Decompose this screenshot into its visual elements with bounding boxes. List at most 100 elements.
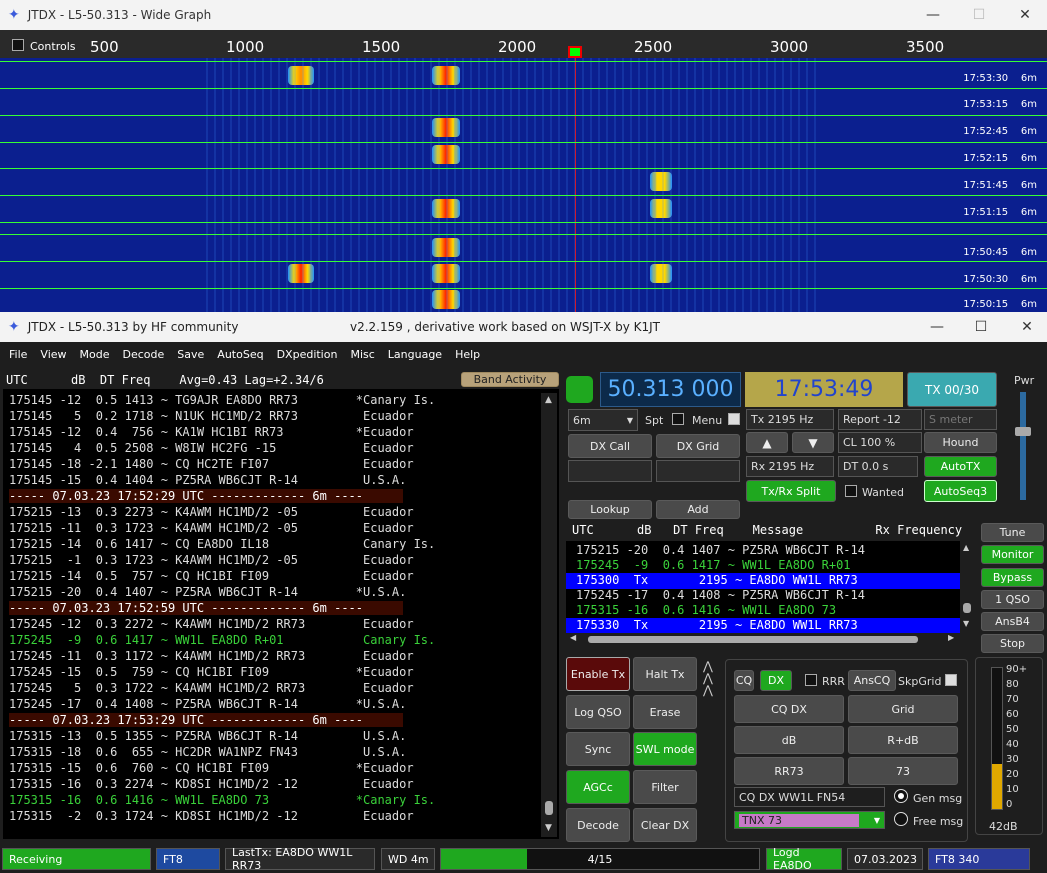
rx-hscrollbar[interactable]: ◀ ▶ — [566, 633, 960, 645]
band-activity-row[interactable]: 175145 -12 0.5 1413 ~ TG9AJR EA8DO RR73 … — [9, 393, 435, 409]
scroll-down-icon[interactable]: ▼ — [963, 619, 969, 628]
cl-spinbox[interactable]: CL 100 % — [838, 432, 922, 453]
menu-misc[interactable]: Misc — [350, 348, 374, 361]
band-activity-button[interactable]: Band Activity — [461, 372, 559, 387]
band-activity-row[interactable]: 175215 -14 0.6 1417 ~ CQ EA8DO IL18 Cana… — [9, 537, 435, 553]
band-activity-row[interactable]: 175145 5 0.2 1718 ~ N1UK HC1MD/2 RR73 Ec… — [9, 409, 414, 425]
wanted-checkbox[interactable] — [845, 485, 857, 497]
s-meter-field[interactable]: S meter — [924, 409, 997, 430]
band-activity-row[interactable]: 175315 -16 0.3 2274 ~ KD8SI HC1MD/2 -12 … — [9, 777, 414, 793]
filter-button[interactable]: Filter — [633, 770, 697, 804]
free-msg-radio[interactable] — [894, 812, 908, 826]
bypass-button[interactable]: Bypass — [981, 568, 1044, 587]
menu-dxpedition[interactable]: DXpedition — [277, 348, 338, 361]
monitor-button[interactable]: Monitor — [981, 545, 1044, 564]
rx-frequency-row[interactable]: 175330 Tx 2195 ~ EA8DO WW1L RR73 — [566, 618, 960, 634]
erase-button[interactable]: Erase — [633, 695, 697, 729]
enable-tx-button[interactable]: Enable Tx — [566, 657, 630, 691]
maximize-icon[interactable]: ☐ — [958, 312, 1004, 342]
hound-button[interactable]: Hound — [924, 432, 997, 453]
tx-frequency-marker[interactable] — [568, 46, 582, 58]
power-slider-handle[interactable] — [1015, 427, 1031, 436]
band-activity-row[interactable]: 175215 -11 0.3 1723 ~ K4AWM HC1MD/2 -05 … — [9, 521, 414, 537]
minimize-icon[interactable]: — — [914, 312, 960, 342]
controls-checkbox[interactable] — [12, 39, 24, 51]
band-activity-row[interactable]: 175245 -12 0.3 2272 ~ K4AWM HC1MD/2 RR73… — [9, 617, 414, 633]
free-msg-combo[interactable]: TNX 73 ▼ — [734, 811, 885, 829]
menu-file[interactable]: File — [9, 348, 27, 361]
73-button[interactable]: 73 — [848, 757, 958, 785]
halt-tx-button[interactable]: Halt Tx — [633, 657, 697, 691]
hscroll-thumb[interactable] — [588, 636, 918, 643]
anscq-button[interactable]: AnsCQ — [848, 670, 896, 691]
dx-grid-input[interactable] — [656, 460, 740, 482]
swl-mode-button[interactable]: SWL mode — [633, 732, 697, 766]
cq-dx-button[interactable]: CQ DX — [734, 695, 844, 723]
period-separator[interactable]: ----- 07.03.23 17:53:29 UTC ------------… — [9, 713, 403, 727]
menu-view[interactable]: View — [40, 348, 66, 361]
rx-frequency-row[interactable]: 175315 -16 0.6 1416 ~ WW1L EA8DO 73 — [566, 603, 960, 619]
report-spinbox[interactable]: Report -12 — [838, 409, 922, 430]
dx-call-button[interactable]: DX Call — [568, 434, 652, 458]
spt-checkbox[interactable] — [672, 413, 684, 425]
rx-frequency-list[interactable]: 175215 -20 0.4 1407 ~ PZ5RA WB6CJT R-14 1… — [566, 541, 960, 634]
scroll-up-icon[interactable]: ▲ — [963, 543, 969, 552]
rrr-checkbox[interactable] — [805, 674, 817, 686]
band-activity-row[interactable]: 175215 -13 0.3 2273 ~ K4AWM HC1MD/2 -05 … — [9, 505, 414, 521]
add-button[interactable]: Add — [656, 500, 740, 519]
sync-button[interactable]: Sync — [566, 732, 630, 766]
band-activity-row[interactable]: 175245 -9 0.6 1417 ~ WW1L EA8DO R+01 Can… — [9, 633, 435, 649]
gen-msg-field[interactable]: CQ DX WW1L FN54 — [734, 787, 885, 807]
band-activity-row[interactable]: 175145 4 0.5 2508 ~ W8IW HC2FG -15 Ecuad… — [9, 441, 414, 457]
band-activity-row[interactable]: 175215 -14 0.5 757 ~ CQ HC1BI FI09 Ecuad… — [9, 569, 414, 585]
band-activity-row[interactable]: 175245 -15 0.5 759 ~ CQ HC1BI FI09 *Ecua… — [9, 665, 414, 681]
close-icon[interactable]: ✕ — [1004, 312, 1047, 342]
scroll-down-icon[interactable]: ▼ — [545, 823, 552, 833]
clear-dx-button[interactable]: Clear DX — [633, 808, 697, 842]
period-separator[interactable]: ----- 07.03.23 17:52:29 UTC ------------… — [9, 489, 403, 503]
lookup-button[interactable]: Lookup — [568, 500, 652, 519]
dx-grid-button[interactable]: DX Grid — [656, 434, 740, 458]
dx-button[interactable]: DX — [760, 670, 792, 691]
band-activity-row[interactable]: 175245 -11 0.3 1172 ~ K4AWM HC1MD/2 RR73… — [9, 649, 414, 665]
scroll-up-icon[interactable]: ▲ — [545, 395, 552, 405]
scroll-thumb[interactable] — [963, 603, 971, 613]
band-select[interactable]: 6m ▼ — [568, 409, 638, 431]
menu-decode[interactable]: Decode — [123, 348, 165, 361]
close-icon[interactable]: ✕ — [1002, 0, 1047, 30]
decode-button[interactable]: Decode — [566, 808, 630, 842]
scroll-right-icon[interactable]: ▶ — [948, 633, 954, 642]
gen-msg-radio[interactable] — [894, 789, 908, 803]
rx-frequency-spinbox[interactable]: Rx 2195 Hz — [746, 456, 834, 477]
band-activity-row[interactable]: 175215 -1 0.3 1723 ~ K4AWM HC1MD/2 -05 E… — [9, 553, 414, 569]
collapse-arrows-icon[interactable]: ⋀ ⋀ ⋀ — [703, 660, 713, 696]
band-activity-row[interactable]: 175315 -2 0.3 1724 ~ KD8SI HC1MD/2 -12 E… — [9, 809, 414, 825]
rx-frequency-row[interactable]: 175300 Tx 2195 ~ EA8DO WW1L RR73 — [566, 573, 960, 589]
band-activity-row[interactable]: 175315 -18 0.6 655 ~ HC2DR WA1NPZ FN43 U… — [9, 745, 406, 761]
maximize-icon[interactable]: ☐ — [956, 0, 1002, 30]
band-activity-row[interactable]: 175215 -20 0.4 1407 ~ PZ5RA WB6CJT R-14 … — [9, 585, 406, 601]
tx-up-icon[interactable]: ▲ — [746, 432, 788, 453]
autoseq3-button[interactable]: AutoSeq3 — [924, 480, 997, 502]
autotx-button[interactable]: AutoTX — [924, 456, 997, 477]
menu-save[interactable]: Save — [177, 348, 204, 361]
menu-checkbox[interactable] — [728, 413, 740, 425]
rx-frequency-row[interactable]: 175245 -9 0.6 1417 ~ WW1L EA8DO R+01 — [566, 558, 960, 574]
tune-button[interactable]: Tune — [981, 523, 1044, 542]
menu-language[interactable]: Language — [388, 348, 442, 361]
band-activity-row[interactable]: 175145 -18 -2.1 1480 ~ CQ HC2TE FI07 Ecu… — [9, 457, 414, 473]
tx-counter-button[interactable]: TX 00/30 — [907, 372, 997, 407]
stop-button[interactable]: Stop — [981, 634, 1044, 653]
tx-down-icon[interactable]: ▼ — [792, 432, 834, 453]
db-button[interactable]: dB — [734, 726, 844, 754]
tx-frequency-spinbox[interactable]: Tx 2195 Hz — [746, 409, 834, 430]
rx-frequency-row[interactable]: 175245 -17 0.4 1408 ~ PZ5RA WB6CJT R-14 — [566, 588, 960, 604]
waterfall-display[interactable]: 17:53:30 6m 17:53:15 6m 17:52:45 6m 17:5… — [0, 58, 1047, 312]
grid-button[interactable]: Grid — [848, 695, 958, 723]
frequency-display[interactable]: 50.313 000 — [600, 372, 741, 407]
menu-mode[interactable]: Mode — [80, 348, 110, 361]
tx-rx-split-button[interactable]: Tx/Rx Split — [746, 480, 836, 502]
scroll-left-icon[interactable]: ◀ — [570, 633, 576, 642]
rr73-button[interactable]: RR73 — [734, 757, 844, 785]
band-activity-scrollbar[interactable]: ▲ ▼ — [541, 393, 557, 837]
